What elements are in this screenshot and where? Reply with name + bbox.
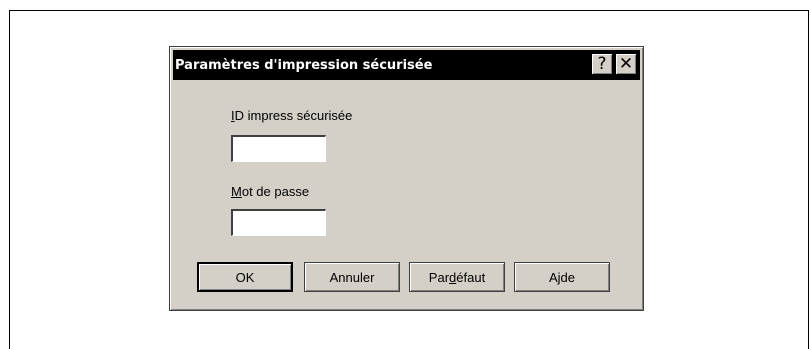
cancel-button[interactable]: Annuler [304, 262, 400, 292]
password-input[interactable] [231, 209, 326, 236]
help-button-prefix: A [548, 269, 558, 285]
password-label-accesskey: M [231, 184, 242, 199]
help-button-rest: de [560, 269, 576, 285]
secure-print-dialog: Paramètres d'impression sécurisée ? ✕ ID… [169, 46, 644, 311]
default-button-accesskey: d [449, 269, 457, 285]
secure-id-label-text: D impress sécurisée [234, 108, 353, 123]
help-button[interactable]: Aj de [514, 262, 610, 292]
password-label: Mot de passe [231, 184, 309, 199]
password-label-text: ot de passe [241, 184, 310, 199]
dialog-title: Paramètres d'impression sécurisée [175, 57, 433, 73]
secure-id-label: ID impress sécurisée [231, 108, 352, 123]
titlebar-buttons: ? ✕ [591, 53, 637, 75]
default-button-rest: éfaut [456, 269, 486, 285]
help-icon[interactable]: ? [591, 53, 613, 75]
ok-button[interactable]: OK [197, 262, 293, 292]
dialog-titlebar: Paramètres d'impression sécurisée ? ✕ [173, 50, 640, 80]
default-button-prefix: Par [428, 269, 450, 285]
default-button[interactable]: Par d éfaut [409, 262, 505, 292]
secure-id-input[interactable] [231, 135, 326, 162]
close-icon[interactable]: ✕ [615, 53, 637, 75]
